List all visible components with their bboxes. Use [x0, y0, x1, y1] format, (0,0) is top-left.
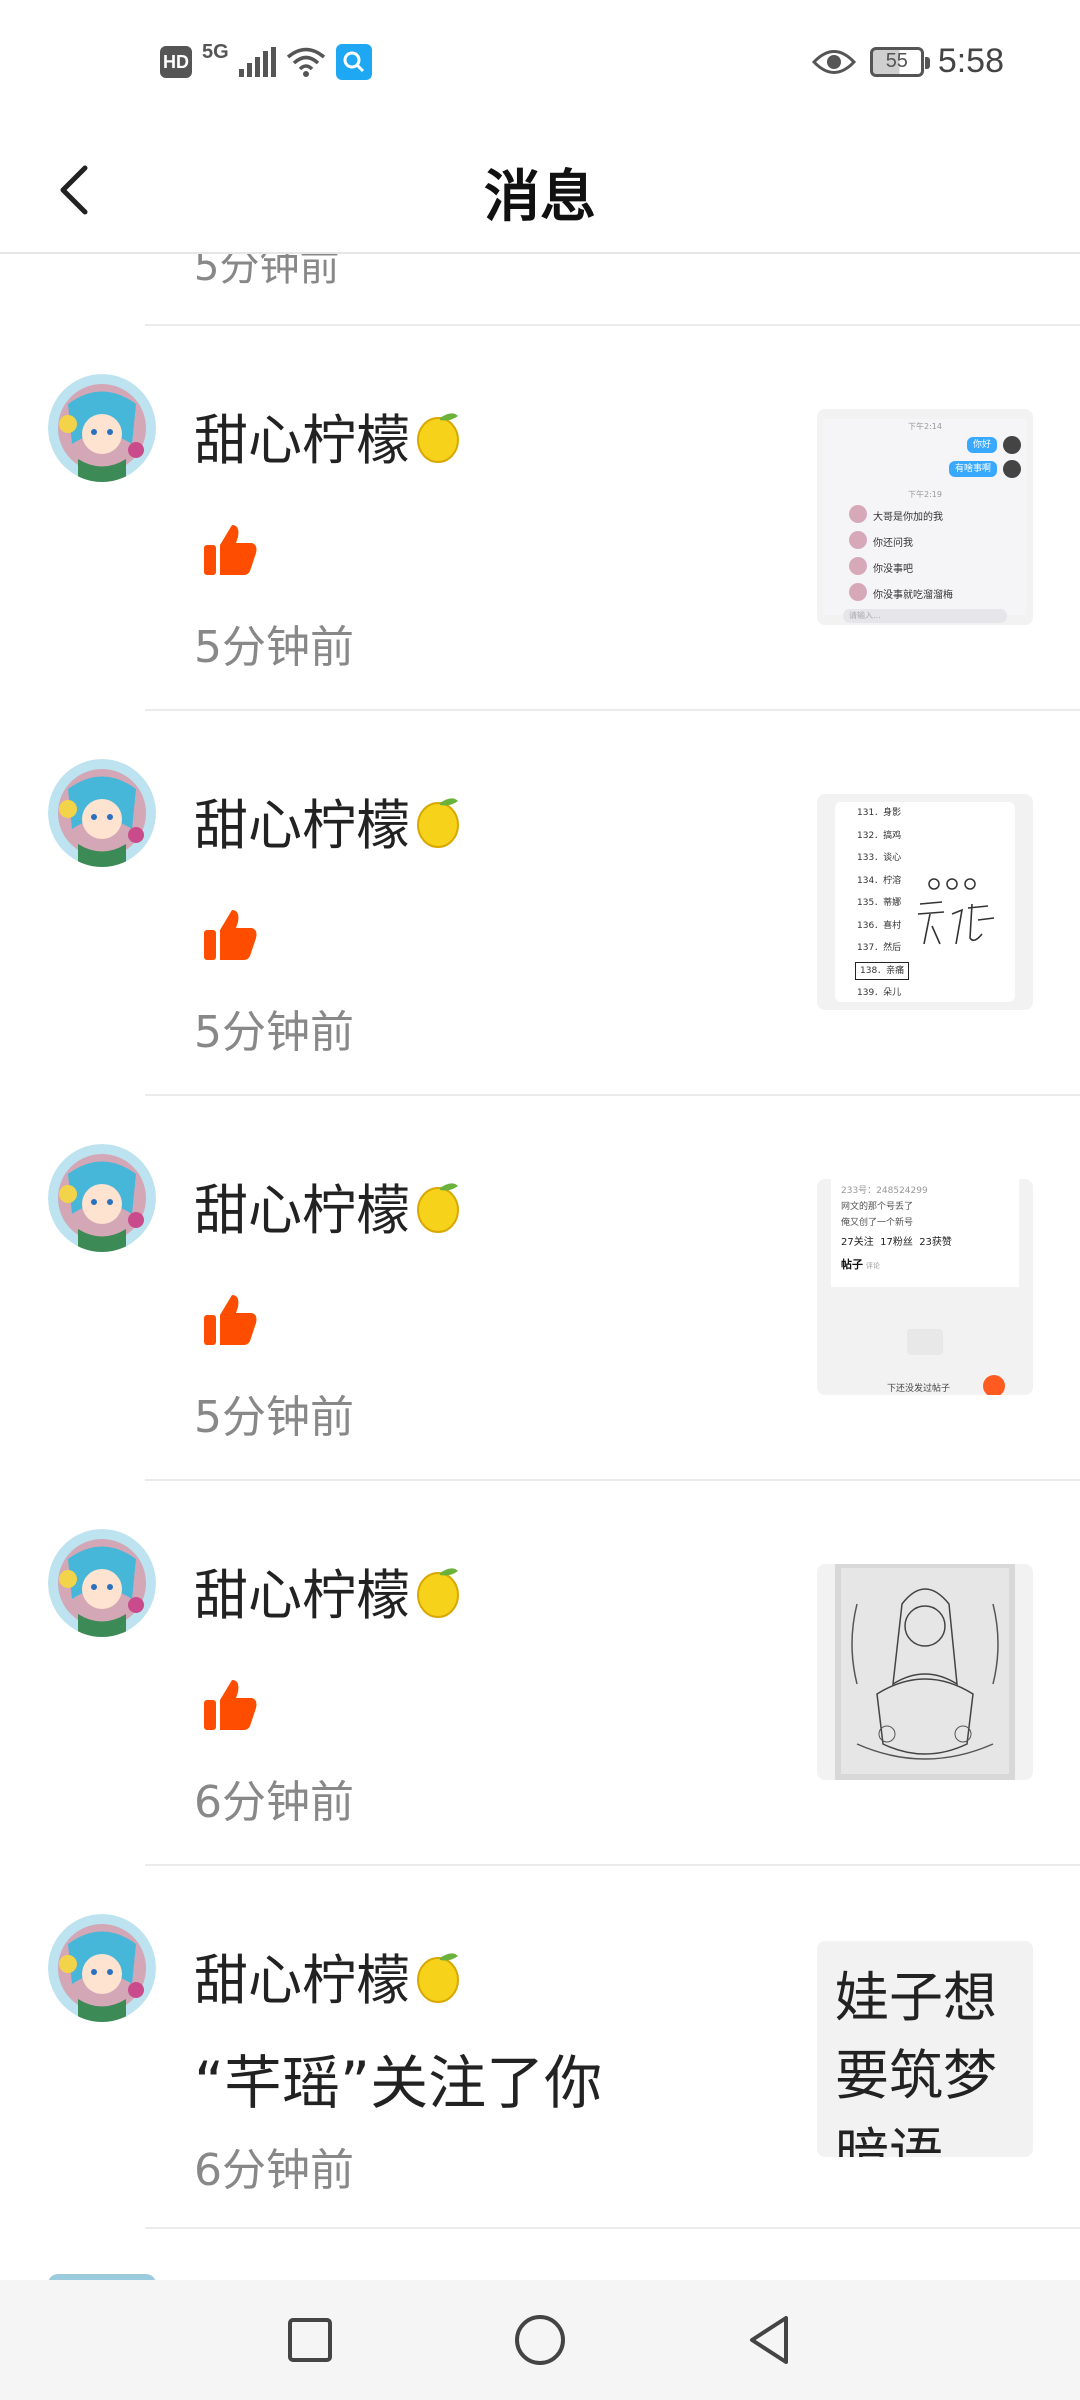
list-row: 131．身影 [857, 808, 902, 818]
post-preview-text: 娃子想要筑梦暗语 [835, 1966, 997, 2157]
profile-stat: 17粉丝 [880, 1237, 913, 1248]
chat-bubble: 你没事吧 [873, 564, 913, 575]
timestamp: 6分钟前 [194, 2145, 354, 2196]
list-item[interactable]: 甜心柠檬 5分钟前 下午2:14 你好 有啥事啊 下午2:19 大哥是你加的我 [0, 326, 1080, 709]
thumbs-up-icon [204, 1295, 257, 1345]
profile-bio: 俺又创了一个新号 [841, 1218, 914, 1228]
chat-bubble: 大哥是你加的我 [873, 512, 943, 523]
sender-row: 甜心柠檬 [194, 781, 462, 860]
status-right: 55 5:58 [811, 42, 1004, 81]
lemon-emoji-icon [417, 1182, 459, 1233]
chat-bubble: 你还问我 [873, 538, 913, 549]
list-row: 139．朵儿 [857, 988, 902, 998]
recent-apps-button[interactable] [280, 2310, 340, 2370]
chat-avatar [1003, 436, 1021, 454]
sender-name[interactable]: 甜心柠檬 [194, 1551, 410, 1630]
lemon-emoji-icon [417, 1952, 459, 2003]
home-button[interactable] [510, 2310, 570, 2370]
chat-time: 下午2:19 [908, 490, 942, 499]
thumbnail-sketch-photo[interactable] [817, 1564, 1033, 1780]
follow-message: “芊瑶”关注了你 [194, 2049, 603, 2117]
timestamp: 5分钟前 [194, 622, 354, 673]
timestamp: 5分钟前 [194, 252, 340, 290]
network-type: 5G [202, 40, 229, 63]
list-item[interactable]: 甜心柠檬 5分钟前 233号：248524299 网文的那个号丢了 俺又创了一个… [0, 1096, 1080, 1479]
signal-icon [238, 47, 276, 77]
sender-name[interactable]: 甜心柠檬 [194, 396, 410, 475]
clock: 5:58 [937, 42, 1004, 80]
profile-preview: 233号：248524299 网文的那个号丢了 俺又创了一个新号 27关注 17… [831, 1179, 1019, 1287]
thumbs-up-icon [204, 910, 257, 960]
hd-badge: HD [160, 46, 192, 78]
fab-icon [983, 1375, 1005, 1395]
sender-name[interactable]: 甜心柠檬 [194, 781, 410, 860]
profile-tab: 评论 [865, 1262, 880, 1270]
chat-time: 下午2:14 [908, 422, 942, 431]
avatar[interactable] [48, 759, 156, 867]
list-item[interactable]: 甜心柠檬 6分钟前 [0, 1481, 1080, 1864]
chat-bubble: 你没事就吃溜溜梅 [873, 590, 953, 601]
sender-row: 甜心柠檬 [194, 1166, 462, 1245]
lemon-emoji-icon [417, 412, 459, 463]
chat-avatar [849, 557, 867, 575]
lemon-emoji-icon [417, 1567, 459, 1618]
profile-bio: 网文的那个号丢了 [841, 1202, 914, 1212]
page-title: 消息 [484, 165, 596, 230]
chat-avatar [849, 531, 867, 549]
thumbnail-profile-screenshot[interactable]: 233号：248524299 网文的那个号丢了 俺又创了一个新号 27关注 17… [817, 1179, 1033, 1395]
thumbnail-list-screenshot[interactable]: 131．身影 132．搞鸡 133．谈心 134．柠溶 135．蒂娜 136．喜… [817, 794, 1033, 1010]
avatar[interactable] [48, 1144, 156, 1252]
lemon-emoji-icon [417, 797, 459, 848]
sender-row: 甜心柠檬 [194, 1551, 462, 1630]
list-row: 132．搞鸡 [857, 830, 902, 841]
sender-name[interactable]: 甜心柠檬 [194, 1166, 410, 1245]
list-item[interactable]: 甜心柠檬 5分钟前 131．身影 132．搞鸡 133．谈心 134．柠溶 13… [0, 711, 1080, 1094]
thumbs-up-icon [204, 525, 257, 575]
back-nav-button[interactable] [740, 2310, 800, 2370]
profile-id: 233号：248524299 [841, 1186, 928, 1196]
avatar[interactable] [48, 1914, 156, 2022]
profile-tab: 帖子 [841, 1258, 863, 1271]
chat-avatar [849, 505, 867, 523]
chat-input: 请输入... [843, 609, 1007, 623]
timestamp: 6分钟前 [194, 1777, 354, 1828]
empty-state-text: 下还没发过帖子 [887, 1384, 951, 1394]
message-list[interactable]: 5分钟前 甜心柠檬 5分钟前 下午2:14 你好 有啥事啊 下午2:19 大哥是… [0, 252, 1080, 2280]
status-left: HD 5G [160, 40, 372, 80]
thumbnail-text-post[interactable]: 娃子想要筑梦暗语 [817, 1941, 1033, 2157]
app-header: 消息 [0, 130, 1080, 254]
search-app-icon [335, 44, 372, 80]
profile-stat: 27关注 [841, 1237, 874, 1248]
sender-name[interactable]: 甜心柠檬 [194, 1936, 410, 2015]
chat-avatar [1003, 460, 1021, 478]
avatar[interactable] [48, 374, 156, 482]
profile-stat: 23获赞 [919, 1237, 952, 1248]
thumbnail-chat-screenshot[interactable]: 下午2:14 你好 有啥事啊 下午2:19 大哥是你加的我 你还问我 你没事吧 … [817, 409, 1033, 625]
sender-row: 甜心柠檬 [194, 1936, 462, 2015]
list-row: 138．亲痛 [855, 961, 910, 980]
handwriting-scribble [917, 878, 995, 945]
chat-avatar [849, 583, 867, 601]
list-item[interactable]: 甜心柠檬 “芊瑶”关注了你 6分钟前 娃子想要筑梦暗语 [0, 1866, 1080, 2231]
sender-row: 甜心柠檬 [194, 396, 462, 475]
avatar[interactable] [48, 1529, 156, 1637]
divider [145, 2227, 1080, 2229]
sketch-image [835, 1564, 1015, 1780]
thumbs-up-icon [204, 1680, 257, 1730]
chat-bubble: 有啥事啊 [948, 461, 997, 477]
wifi-icon [286, 47, 325, 77]
eye-icon [811, 49, 856, 74]
system-nav-bar [0, 2280, 1080, 2400]
empty-state-icon [907, 1329, 943, 1355]
chat-preview: 下午2:14 你好 有啥事啊 下午2:19 大哥是你加的我 你还问我 你没事吧 … [823, 419, 1027, 623]
chat-bubble: 你好 [966, 437, 997, 453]
battery-level: 55 [885, 50, 908, 72]
timestamp: 5分钟前 [194, 1392, 354, 1443]
list-row: 133．谈心 [857, 853, 902, 863]
battery-icon: 55 [869, 46, 930, 77]
timestamp: 5分钟前 [194, 1007, 354, 1058]
status-bar: HD 5G 55 5:58 [0, 0, 1080, 130]
